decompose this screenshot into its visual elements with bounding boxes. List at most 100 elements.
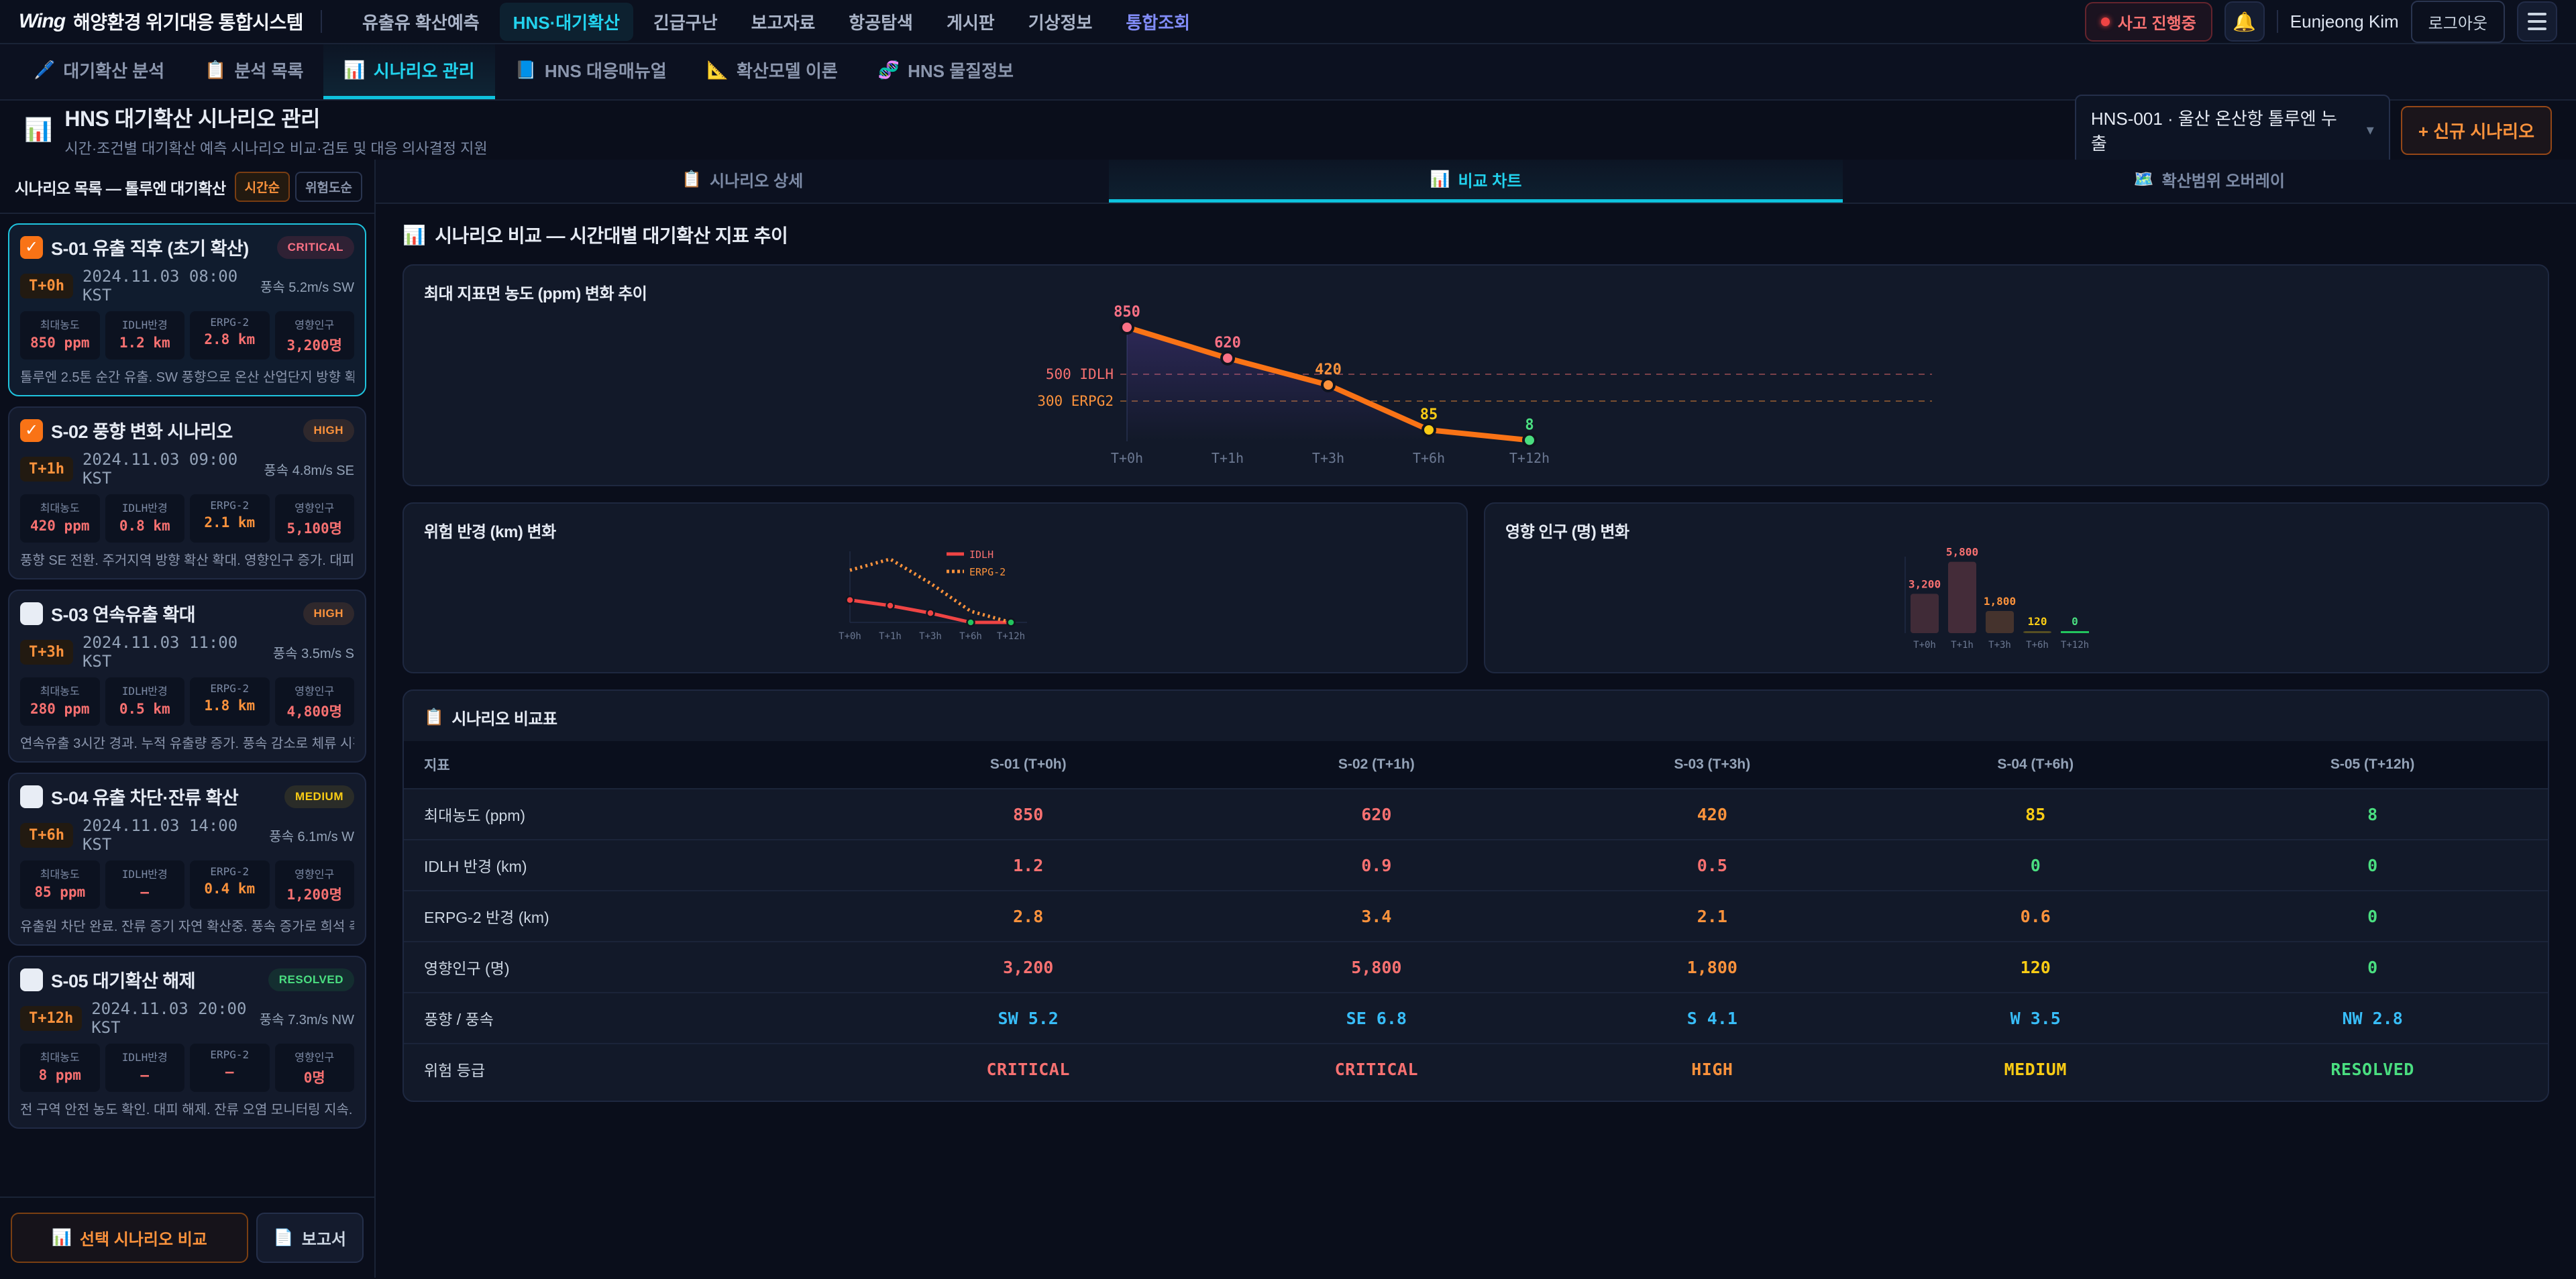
svg-text:T+3h: T+3h: [1312, 450, 1344, 466]
svg-text:300 ERPG2: 300 ERPG2: [1037, 393, 1114, 409]
scenario-card[interactable]: S-04 유출 차단·잔류 확산 MEDIUM T+6h 2024.11.03 …: [8, 773, 366, 946]
tab-model-theory[interactable]: 📐 확산모델 이론: [687, 44, 858, 99]
notification-button[interactable]: 🔔: [2224, 1, 2265, 42]
risk-badge: HIGH: [303, 419, 355, 442]
concentration-line-chart: 500 IDLH300 ERPG2850T+0h620T+1h420T+3h85…: [424, 304, 2528, 470]
timestamp: 2024.11.03 11:00 KST: [83, 633, 264, 671]
timestamp: 2024.11.03 08:00 KST: [83, 267, 251, 304]
sidebar-title: 시나리오 목록 — 톨루엔 대기확산: [15, 176, 229, 199]
metric-erpg2: ERPG-2 1.8 km: [190, 677, 270, 726]
nav-item-integrated-search[interactable]: 통합조회: [1112, 3, 1203, 41]
bar-chart-icon: 📊: [52, 1228, 72, 1247]
tab-analysis-list[interactable]: 📋 분석 목록: [184, 44, 323, 99]
tab-scenario-management[interactable]: 📊 시나리오 관리: [323, 44, 494, 99]
top-navbar: Wing 해양환경 위기대응 통합시스템 유출유 확산예측 HNS·대기확산 긴…: [0, 0, 2576, 44]
nav-item-weather[interactable]: 기상정보: [1015, 3, 1106, 41]
scenario-card[interactable]: S-05 대기확산 해제 RESOLVED T+12h 2024.11.03 2…: [8, 956, 366, 1129]
table-row: 영향인구 (명)3,2005,8001,8001200: [404, 942, 2548, 993]
column-header: S-02 (T+1h): [1202, 741, 1550, 789]
metric-population: 영향인구 0명: [275, 1044, 355, 1092]
new-scenario-button[interactable]: + 신규 시나리오: [2401, 106, 2552, 155]
scenario-title: S-02 풍향 변화 시나리오: [51, 417, 295, 443]
nav-item-reports[interactable]: 보고자료: [738, 3, 829, 41]
world-map-icon: 🗺️: [2134, 170, 2154, 189]
sort-by-time-button[interactable]: 시간순: [235, 172, 290, 202]
table-cell: W 3.5: [1874, 993, 2197, 1044]
scenario-title: S-01 유출 직후 (초기 확산): [51, 234, 269, 260]
report-button[interactable]: 📄 보고서: [256, 1213, 364, 1263]
dna-icon: 🧬: [878, 60, 900, 80]
scenario-checkbox[interactable]: [20, 419, 43, 442]
table-cell: 3.4: [1202, 891, 1550, 942]
row-label: 풍향 / 풍속: [404, 993, 854, 1044]
row-label: IDLH 반경 (km): [404, 840, 854, 891]
scenario-card[interactable]: S-03 연속유출 확대 HIGH T+3h 2024.11.03 11:00 …: [8, 590, 366, 763]
logout-button[interactable]: 로그아웃: [2411, 1, 2505, 43]
tab-hns-manual[interactable]: 📘 HNS 대응매뉴얼: [495, 44, 687, 99]
tab-compare-charts[interactable]: 📊 비교 차트: [1109, 160, 1842, 203]
table-cell: 0.6: [1874, 891, 2197, 942]
table-cell: 0: [1874, 840, 2197, 891]
tab-diffusion-analysis[interactable]: 🖊️ 대기확산 분석: [13, 44, 184, 99]
scenario-checkbox[interactable]: [20, 602, 43, 625]
book-icon: 📘: [515, 60, 537, 80]
compare-scenarios-button[interactable]: 📊 선택 시나리오 비교: [11, 1213, 248, 1263]
app-title: 해양환경 위기대응 통합시스템: [73, 8, 303, 35]
metric-erpg2: ERPG-2 0.4 km: [190, 860, 270, 909]
section-heading: 📊 시나리오 비교 — 시간대별 대기확산 지표 추이: [402, 221, 2549, 248]
comparison-table-panel: 📋 시나리오 비교표 지표S-01 (T+0h)S-02 (T+1h)S-03 …: [402, 689, 2549, 1102]
nav-item-rescue[interactable]: 긴급구난: [640, 3, 731, 41]
metric-idlh-radius: IDLH반경 –: [105, 1044, 185, 1092]
table-cell: RESOLVED: [2197, 1044, 2548, 1094]
sort-by-risk-button[interactable]: 위험도순: [295, 172, 362, 202]
scenario-card[interactable]: S-02 풍향 변화 시나리오 HIGH T+1h 2024.11.03 09:…: [8, 406, 366, 579]
svg-text:850: 850: [1114, 304, 1140, 321]
tab-hns-substance-info[interactable]: 🧬 HNS 물질정보: [858, 44, 1034, 99]
timestamp: 2024.11.03 20:00 KST: [91, 999, 250, 1037]
scenario-checkbox[interactable]: [20, 785, 43, 808]
chart-icon: 📊: [24, 117, 52, 144]
incident-select[interactable]: HNS-001 · 울산 온산항 톨루엔 누출 ▾: [2075, 95, 2390, 166]
table-row: IDLH 반경 (km)1.20.90.500: [404, 840, 2548, 891]
table-row: 최대농도 (ppm)850620420858: [404, 789, 2548, 840]
scenario-checkbox[interactable]: [20, 236, 43, 259]
user-name: Eunjeong Kim: [2290, 11, 2399, 32]
table-header-row: 지표S-01 (T+0h)S-02 (T+1h)S-03 (T+3h)S-04 …: [404, 741, 2548, 789]
population-bar-chart: 3,200T+0h5,800T+1h1,800T+3h120T+6h0T+12h: [1505, 542, 2528, 657]
time-offset-badge: T+0h: [20, 274, 73, 298]
scenario-description: 톨루엔 2.5톤 순간 유출. SW 풍향으로 온산 산업단지 방향 확산. I…: [20, 366, 354, 386]
nav-item-board[interactable]: 게시판: [933, 3, 1008, 41]
svg-text:8: 8: [1525, 416, 1534, 433]
chart-title: 최대 지표면 농도 (ppm) 변화 추이: [424, 280, 2528, 304]
svg-text:85: 85: [1420, 406, 1438, 423]
table-row: ERPG-2 반경 (km)2.83.42.10.60: [404, 891, 2548, 942]
nav-item-aerial-search[interactable]: 항공탐색: [835, 3, 926, 41]
main-panel: 📋 시나리오 상세 📊 비교 차트 🗺️ 확산범위 오버레이 📊 시나리오 비교…: [376, 160, 2576, 1278]
svg-text:620: 620: [1214, 335, 1241, 351]
page-title: HNS 대기확산 시나리오 관리: [64, 102, 487, 133]
tab-diffusion-overlay[interactable]: 🗺️ 확산범위 오버레이: [1843, 160, 2576, 203]
table-cell: 0: [2197, 840, 2548, 891]
wind-info: 풍속 6.1m/s W: [269, 826, 354, 845]
column-header: S-04 (T+6h): [1874, 741, 2197, 789]
svg-text:T+12h: T+12h: [1509, 450, 1550, 466]
risk-badge: CRITICAL: [277, 236, 354, 259]
svg-text:ERPG-2: ERPG-2: [969, 566, 1006, 578]
scenario-title: S-03 연속유출 확대: [51, 600, 295, 626]
table-cell: MEDIUM: [1874, 1044, 2197, 1094]
metric-erpg2: ERPG-2 2.1 km: [190, 494, 270, 543]
clipboard-icon: 📋: [205, 60, 226, 80]
scenario-checkbox[interactable]: [20, 968, 43, 991]
menu-button[interactable]: [2517, 1, 2557, 42]
nav-item-oil-spill[interactable]: 유출유 확산예측: [349, 3, 493, 41]
chevron-down-icon: ▾: [2367, 121, 2374, 139]
scenario-card[interactable]: S-01 유출 직후 (초기 확산) CRITICAL T+0h 2024.11…: [8, 223, 366, 396]
table-cell: 1.2: [854, 840, 1202, 891]
tab-scenario-detail[interactable]: 📋 시나리오 상세: [376, 160, 1109, 203]
table-cell: NW 2.8: [2197, 993, 2548, 1044]
nav-item-hns-diffusion[interactable]: HNS·대기확산: [500, 3, 633, 41]
metric-population: 영향인구 4,800명: [275, 677, 355, 726]
time-offset-badge: T+1h: [20, 457, 73, 482]
sidebar-header: 시나리오 목록 — 톨루엔 대기확산 시간순 위험도순: [0, 160, 374, 214]
svg-text:T+0h: T+0h: [1913, 640, 1936, 651]
